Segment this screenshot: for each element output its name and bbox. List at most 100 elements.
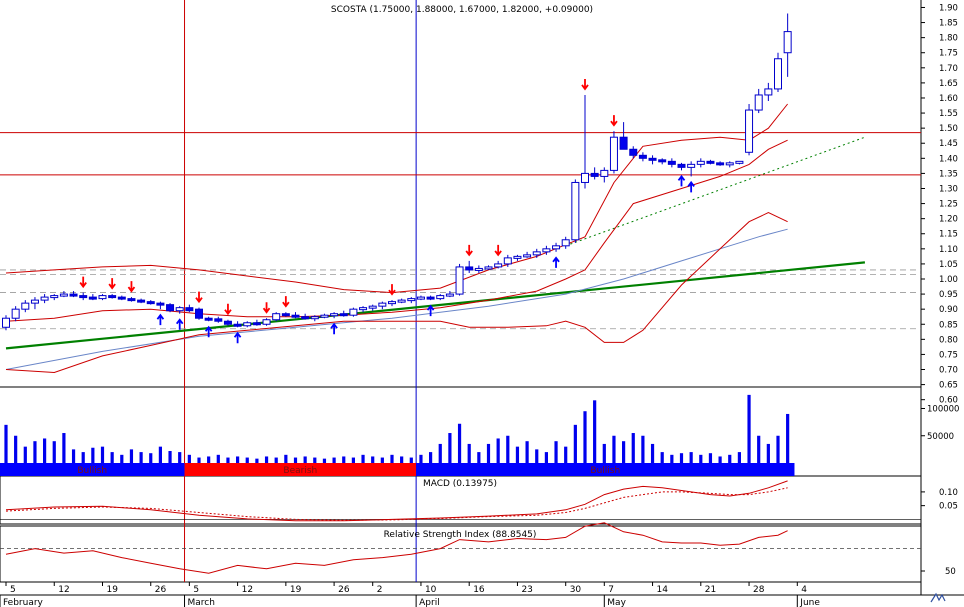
- volume-bar: [390, 454, 394, 463]
- candle-body-up: [50, 295, 59, 299]
- macd-tick-label: 0.10: [939, 488, 958, 498]
- x-tick-label: 10: [425, 585, 437, 595]
- candle: [137, 298, 146, 304]
- candle: [764, 82, 773, 101]
- candle-body-down: [638, 154, 647, 159]
- volume-bar: [660, 452, 664, 463]
- sell-arrow: [610, 115, 618, 127]
- month-label: June: [799, 598, 820, 607]
- volume-bar: [747, 394, 751, 463]
- candle-body-up: [310, 316, 319, 320]
- volume-bar: [708, 453, 713, 463]
- x-tick-label: 30: [570, 585, 582, 595]
- candle-body-up: [320, 314, 329, 318]
- candle-body-down: [281, 313, 290, 317]
- candle-body-down: [677, 163, 686, 168]
- candle: [600, 167, 609, 183]
- candle: [561, 236, 570, 249]
- volume-bar: [631, 433, 635, 463]
- candle: [532, 248, 541, 258]
- volume-bar: [670, 454, 674, 463]
- candle: [774, 52, 782, 92]
- candle-body-down: [716, 162, 725, 166]
- candle: [648, 155, 657, 165]
- price-tick-label: 1.40: [939, 154, 958, 164]
- scroll-corner-icon[interactable]: [928, 591, 948, 605]
- price-tick-label: 1.15: [939, 230, 958, 240]
- candle: [50, 294, 59, 301]
- buy-arrow: [233, 331, 242, 344]
- candle-body-up: [754, 94, 763, 111]
- volume-bar: [52, 441, 56, 463]
- volume-bar: [293, 457, 298, 463]
- candle: [706, 159, 715, 165]
- candle: [185, 304, 194, 313]
- price-tick-label: 1.70: [939, 64, 958, 74]
- candle-body-down: [108, 295, 117, 299]
- candle: [195, 307, 203, 320]
- candle: [79, 292, 88, 301]
- candle-body-up: [175, 307, 184, 312]
- macd-line: [5, 480, 788, 522]
- volume-bar: [409, 457, 413, 463]
- x-tick-label: 14: [657, 585, 669, 595]
- price-tick-label: 0.70: [939, 366, 958, 376]
- month-label: March: [188, 598, 215, 607]
- x-tick-label: 5: [10, 585, 16, 595]
- volume-bar: [573, 424, 577, 463]
- volume-bar: [728, 454, 732, 463]
- price-tick-label: 1.65: [939, 79, 958, 89]
- candle: [696, 158, 705, 168]
- sell-arrow: [224, 303, 232, 316]
- candle-body-down: [185, 307, 194, 312]
- sell-arrow: [79, 276, 87, 289]
- candle: [494, 260, 503, 269]
- candle: [108, 294, 117, 299]
- x-tick-label: 2: [377, 585, 383, 595]
- candle-body-down: [195, 308, 203, 319]
- candle-body-up: [416, 296, 425, 300]
- volume-bar: [110, 452, 114, 463]
- volume-bar: [564, 446, 568, 463]
- candle: [581, 94, 589, 189]
- sell-arrow: [388, 284, 396, 296]
- volume-bar: [139, 452, 143, 463]
- price-tick-label: 1.05: [939, 260, 958, 270]
- volume-bar: [322, 458, 327, 463]
- trendline-green: [5, 261, 866, 350]
- volume-bar: [216, 454, 220, 463]
- candle-body-up: [783, 31, 792, 54]
- candle: [783, 13, 792, 77]
- volume-bar: [448, 433, 452, 463]
- candle-body-down: [465, 266, 474, 271]
- candle: [378, 301, 387, 310]
- price-tick-label: 0.75: [939, 350, 958, 360]
- candle-body-up: [561, 239, 570, 247]
- candle-body-up: [98, 295, 107, 300]
- month-label: February: [3, 598, 44, 607]
- sell-arrow: [465, 244, 473, 257]
- candle: [127, 297, 136, 302]
- candle-body-up: [455, 266, 464, 295]
- candle-body-up: [30, 299, 39, 304]
- candle-body-up: [272, 313, 281, 321]
- candle-body-down: [252, 322, 261, 326]
- price-tick-label: 0.95: [939, 290, 958, 300]
- volume-bar: [689, 452, 693, 463]
- candle-body-up: [262, 319, 271, 325]
- volume-bar: [718, 456, 722, 463]
- volume-bar: [380, 457, 384, 463]
- candle: [272, 312, 281, 322]
- sell-arrow: [494, 244, 502, 257]
- candle-body-down: [127, 298, 136, 302]
- sell-arrow: [195, 291, 203, 304]
- candle: [88, 294, 97, 301]
- candle: [474, 265, 483, 273]
- volume-bar: [303, 456, 307, 463]
- candle-body-up: [513, 255, 522, 259]
- volume-bar: [679, 453, 684, 463]
- volume-bar: [207, 456, 211, 463]
- price-tick-label: 1.45: [939, 139, 958, 149]
- chart-window: 0.60 0.65 0.70 0.75 0.80 0.85 0.90 0.95 1.00 1.05…: [0, 0, 964, 607]
- candle: [30, 297, 39, 310]
